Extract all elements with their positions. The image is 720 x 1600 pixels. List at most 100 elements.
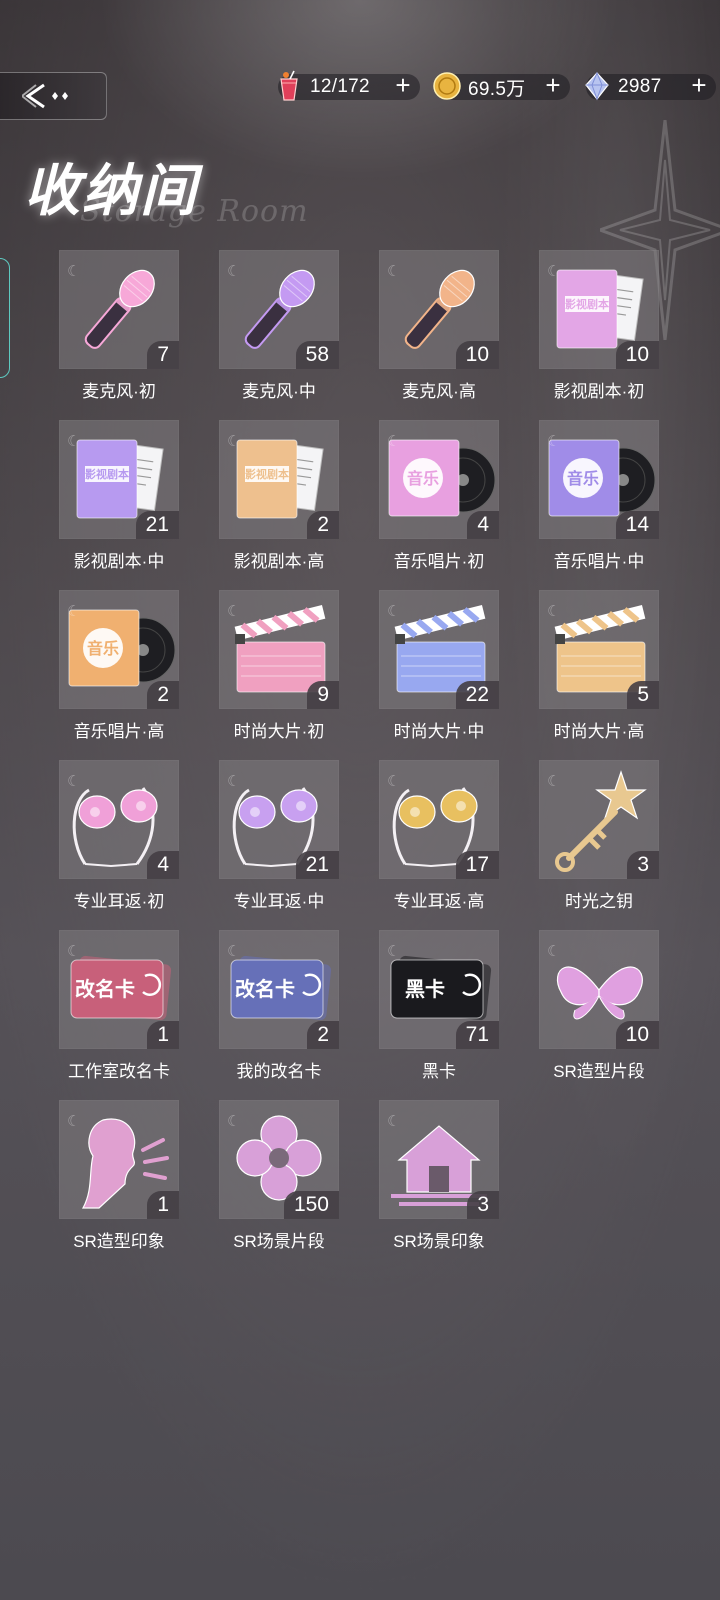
item-slot[interactable]: ☾ 17 专业耳返·高 [379, 760, 499, 912]
moon-icon: ☾ [387, 773, 401, 790]
item-tile[interactable]: ☾ 17 [379, 760, 499, 879]
svg-text:改名卡: 改名卡 [235, 977, 295, 1001]
moon-icon: ☾ [547, 263, 561, 280]
item-count: 10 [615, 1021, 659, 1049]
item-tile[interactable]: ☾ 4 [59, 760, 179, 879]
back-arrow-icon [22, 83, 68, 109]
item-slot[interactable]: 改名卡 ☾ 1 工作室改名卡 [59, 930, 179, 1082]
item-label: SR造型印象 [73, 1232, 165, 1251]
item-tile[interactable]: ☾ 3 [379, 1100, 499, 1219]
item-slot[interactable]: ☾ 22 时尚大片·中 [379, 590, 499, 742]
diamond-icon [585, 71, 609, 101]
item-label: 时光之钥 [565, 892, 633, 911]
item-tile[interactable]: ☾ 10 [379, 250, 499, 369]
item-label: 音乐唱片·高 [73, 722, 165, 741]
item-tile[interactable]: 改名卡 ☾ 2 [219, 930, 339, 1049]
item-count: 2 [307, 511, 339, 539]
item-slot[interactable]: ☾ 5 时尚大片·高 [539, 590, 659, 742]
item-label: SR造型片段 [553, 1062, 645, 1081]
coin-value: 69.5万 [468, 78, 526, 100]
item-tile[interactable]: ☾ 3 [539, 760, 659, 879]
item-slot[interactable]: ☾ 1 SR造型印象 [59, 1100, 179, 1252]
moon-icon: ☾ [387, 433, 401, 450]
item-label: SR场景印象 [393, 1232, 485, 1251]
item-label: 时尚大片·初 [233, 722, 325, 741]
item-label: 影视剧本·中 [73, 552, 165, 571]
item-label: 工作室改名卡 [68, 1062, 170, 1081]
add-diamonds-button[interactable]: + [686, 72, 712, 99]
item-tile[interactable]: 影视剧本 ☾ 21 [59, 420, 179, 539]
item-tile[interactable]: 改名卡 ☾ 1 [59, 930, 179, 1049]
item-tile[interactable]: ☾ 58 [219, 250, 339, 369]
item-count: 150 [283, 1191, 339, 1219]
item-count: 3 [467, 1191, 499, 1219]
moon-icon: ☾ [387, 1113, 401, 1130]
add-energy-button[interactable]: + [390, 72, 416, 99]
moon-icon: ☾ [547, 603, 561, 620]
coin-resource: 69.5万 + [433, 72, 570, 100]
item-slot[interactable]: 影视剧本 ☾ 10 影视剧本·初 [539, 250, 659, 402]
item-tile[interactable]: ☾ 21 [219, 760, 339, 879]
item-tile[interactable]: 影视剧本 ☾ 10 [539, 250, 659, 369]
moon-icon: ☾ [227, 773, 241, 790]
item-label: SR场景片段 [233, 1232, 325, 1251]
item-tile[interactable]: 音乐 ☾ 14 [539, 420, 659, 539]
item-slot[interactable]: ☾ 3 SR场景印象 [379, 1100, 499, 1252]
item-tile[interactable]: ☾ 7 [59, 250, 179, 369]
item-slot[interactable]: ☾ 4 专业耳返·初 [59, 760, 179, 912]
item-slot[interactable]: ☾ 58 麦克风·中 [219, 250, 339, 402]
item-slot[interactable]: ☾ 3 时光之钥 [539, 760, 659, 912]
item-slot[interactable]: 音乐 ☾ 14 音乐唱片·中 [539, 420, 659, 572]
item-label: 音乐唱片·初 [393, 552, 485, 571]
item-label: 麦克风·初 [82, 382, 156, 401]
item-slot[interactable]: ☾ 10 麦克风·高 [379, 250, 499, 402]
item-label: 麦克风·中 [242, 382, 316, 401]
coin-icon [433, 72, 461, 100]
item-count: 1 [147, 1021, 179, 1049]
item-label: 我的改名卡 [236, 1062, 322, 1081]
svg-text:音乐: 音乐 [567, 469, 599, 488]
item-count: 10 [615, 341, 659, 369]
item-tile[interactable]: ☾ 10 [539, 930, 659, 1049]
item-slot[interactable]: ☾ 9 时尚大片·初 [219, 590, 339, 742]
item-slot[interactable]: ☾ 150 SR场景片段 [219, 1100, 339, 1252]
item-slot[interactable]: 影视剧本 ☾ 2 影视剧本·高 [219, 420, 339, 572]
back-button[interactable] [0, 72, 107, 120]
item-slot[interactable]: 影视剧本 ☾ 21 影视剧本·中 [59, 420, 179, 572]
item-slot[interactable]: 音乐 ☾ 2 音乐唱片·高 [59, 590, 179, 742]
svg-text:音乐: 音乐 [407, 469, 439, 488]
svg-text:影视剧本: 影视剧本 [85, 467, 129, 481]
item-count: 7 [147, 341, 179, 369]
item-count: 21 [295, 851, 339, 879]
item-label: 专业耳返·高 [393, 892, 485, 911]
moon-icon: ☾ [387, 943, 401, 960]
item-tile[interactable]: ☾ 1 [59, 1100, 179, 1219]
item-tile[interactable]: 影视剧本 ☾ 2 [219, 420, 339, 539]
item-slot[interactable]: 黑卡 ☾ 71 黑卡 [379, 930, 499, 1082]
item-slot[interactable]: ☾ 21 专业耳返·中 [219, 760, 339, 912]
item-tile[interactable]: 音乐 ☾ 4 [379, 420, 499, 539]
moon-icon: ☾ [227, 1113, 241, 1130]
item-tile[interactable]: ☾ 150 [219, 1100, 339, 1219]
item-count: 10 [455, 341, 499, 369]
moon-icon: ☾ [67, 773, 81, 790]
item-label: 黑卡 [422, 1062, 456, 1081]
side-panel-tab[interactable] [0, 258, 10, 378]
moon-icon: ☾ [387, 263, 401, 280]
moon-icon: ☾ [387, 603, 401, 620]
item-tile[interactable]: ☾ 5 [539, 590, 659, 709]
item-slot[interactable]: 音乐 ☾ 4 音乐唱片·初 [379, 420, 499, 572]
item-count: 22 [455, 681, 499, 709]
item-tile[interactable]: 黑卡 ☾ 71 [379, 930, 499, 1049]
item-label: 影视剧本·初 [553, 382, 645, 401]
svg-text:音乐: 音乐 [87, 639, 119, 658]
svg-text:改名卡: 改名卡 [75, 977, 135, 1001]
item-tile[interactable]: 音乐 ☾ 2 [59, 590, 179, 709]
item-tile[interactable]: ☾ 9 [219, 590, 339, 709]
item-tile[interactable]: ☾ 22 [379, 590, 499, 709]
item-slot[interactable]: 改名卡 ☾ 2 我的改名卡 [219, 930, 339, 1082]
add-coins-button[interactable]: + [540, 72, 566, 99]
item-slot[interactable]: ☾ 7 麦克风·初 [59, 250, 179, 402]
moon-icon: ☾ [67, 263, 81, 280]
item-slot[interactable]: ☾ 10 SR造型片段 [539, 930, 659, 1082]
